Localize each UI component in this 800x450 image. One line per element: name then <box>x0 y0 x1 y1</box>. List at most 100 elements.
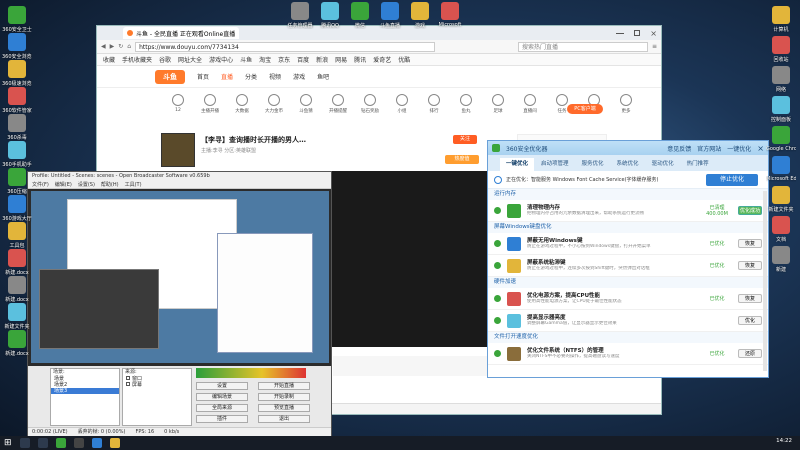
desktop-icon[interactable]: 网络 <box>766 66 796 93</box>
obs-button[interactable]: 设置 <box>196 382 248 390</box>
category-item[interactable]: 12 <box>167 94 189 118</box>
bookmark-item[interactable]: 网址大全 <box>178 55 202 64</box>
close-icon[interactable]: × <box>650 29 657 38</box>
folder-taskbar-icon[interactable] <box>109 438 120 448</box>
nav-item[interactable]: 分类 <box>245 72 257 81</box>
obs-taskbar-icon[interactable] <box>73 438 84 448</box>
close-icon[interactable]: × <box>757 144 764 153</box>
desktop-icon[interactable]: 斗鱼直播 <box>375 2 405 29</box>
title-link[interactable]: 官方网站 <box>697 144 721 153</box>
category-item[interactable]: 大力金币 <box>263 94 285 118</box>
bookmark-item[interactable]: 优酷 <box>398 55 410 64</box>
video-player[interactable] <box>330 171 490 347</box>
back-icon[interactable]: ◀ <box>101 43 106 50</box>
desktop-icon[interactable]: 控制面板 <box>766 96 796 123</box>
stop-optimize-button[interactable]: 停止优化 <box>706 174 758 186</box>
desktop-icon[interactable]: Microsoft <box>435 2 465 28</box>
optimizer-row-button[interactable]: 还原 <box>738 349 762 358</box>
refresh-icon[interactable]: ↻ <box>118 43 123 50</box>
desktop-icon[interactable]: 工具包 <box>2 222 32 249</box>
obs-button[interactable]: 开始直播 <box>258 382 310 390</box>
optimizer-tab[interactable]: 热门推荐 <box>681 158 715 171</box>
nav-item[interactable]: 视频 <box>269 72 281 81</box>
bookmark-item[interactable]: 淘宝 <box>259 55 271 64</box>
category-item[interactable]: 钻石奖励 <box>359 94 381 118</box>
bookmark-item[interactable]: 腾讯 <box>354 55 366 64</box>
optimizer-tab[interactable]: 一键优化 <box>500 158 535 171</box>
desktop-icon[interactable]: 新建.docx <box>2 249 32 276</box>
browser-taskbar-icon[interactable] <box>55 438 66 448</box>
optimizer-row-button[interactable]: 恢复 <box>738 239 762 248</box>
desktop-icon[interactable]: 360手机助手 <box>2 141 32 168</box>
category-item[interactable]: 更多 <box>615 94 637 118</box>
optimizer-row-button[interactable]: 恢复 <box>738 294 762 303</box>
category-item[interactable]: 开播提醒 <box>327 94 349 118</box>
forward-icon[interactable]: ▶ <box>110 43 115 50</box>
optimizer-tab[interactable]: 系统优化 <box>611 158 645 171</box>
menu-icon[interactable]: ≡ <box>652 43 657 50</box>
clock[interactable]: 14:22 <box>776 438 792 444</box>
category-item[interactable]: 小组 <box>391 94 413 118</box>
desktop-icon[interactable]: 360安全卫士 <box>2 6 32 33</box>
desktop-icon[interactable]: 计算机 <box>766 6 796 33</box>
desktop-icon[interactable]: Google Chrome <box>766 126 796 152</box>
360-taskbar-icon[interactable] <box>91 438 102 448</box>
maximize-icon[interactable] <box>634 30 641 36</box>
desktop-icon[interactable]: 文档 <box>766 216 796 243</box>
nav-item[interactable]: 直播 <box>221 72 233 81</box>
minimize-icon[interactable] <box>616 32 625 34</box>
obs-button[interactable]: 插件 <box>196 415 248 423</box>
home-icon[interactable]: ⌂ <box>127 43 131 50</box>
desktop-icon[interactable]: 360安全浏览器 <box>2 33 32 60</box>
nav-item[interactable]: 游戏 <box>293 72 305 81</box>
obs-button[interactable]: 退出 <box>258 415 310 423</box>
source-item[interactable]: 屏幕 <box>123 382 191 388</box>
optimizer-row-button[interactable]: 优化 <box>738 316 762 325</box>
obs-preview[interactable] <box>31 191 329 363</box>
obs-button[interactable]: 开始录制 <box>258 393 310 401</box>
obs-button[interactable]: 预览直播 <box>258 404 310 412</box>
obs-menu-item[interactable]: 设置(S) <box>78 181 95 188</box>
desktop-icon[interactable]: 360极速浏览器 <box>2 60 32 87</box>
optimizer-tab[interactable]: 驱动优化 <box>646 158 680 171</box>
bookmark-item[interactable]: 爱奇艺 <box>373 55 391 64</box>
bookmark-item[interactable]: 网易 <box>335 55 347 64</box>
scene-item[interactable]: 场景3 <box>51 388 119 394</box>
url-input[interactable]: https://www.douyu.com/7734134 <box>135 41 436 52</box>
search-icon[interactable] <box>19 438 30 448</box>
desktop-icon[interactable]: 360压缩 <box>2 168 32 195</box>
bookmark-item[interactable]: 游戏中心 <box>209 55 233 64</box>
browser-search-input[interactable]: 搜索热门直播 <box>517 41 648 52</box>
bookmark-item[interactable]: 手机收藏夹 <box>122 55 152 64</box>
checkbox-icon[interactable] <box>126 376 130 380</box>
desktop-icon[interactable]: 微信 <box>345 2 375 29</box>
desktop-icon[interactable]: 游戏 <box>405 2 435 29</box>
nav-item[interactable]: 鱼吧 <box>317 72 329 81</box>
title-link[interactable]: 一键优化 <box>727 144 751 153</box>
taskview-icon[interactable] <box>37 438 48 448</box>
browser-tab[interactable]: 斗鱼 - 全民直播 正在观看Online直播 <box>123 27 240 39</box>
desktop-icon[interactable]: 任务管理器 <box>285 2 315 29</box>
obs-menu-item[interactable]: 文件(F) <box>32 181 49 188</box>
desktop-icon[interactable]: 360杀毒 <box>2 114 32 141</box>
desktop-icon[interactable]: 新建.docx <box>2 330 32 357</box>
douyu-logo[interactable]: 斗鱼 <box>155 69 185 84</box>
desktop-icon[interactable]: 回收站 <box>766 36 796 63</box>
category-item[interactable]: 排行 <box>423 94 445 118</box>
category-item[interactable]: 直播间 <box>519 94 541 118</box>
optimizer-row-button[interactable]: 恢复 <box>738 261 762 270</box>
category-item[interactable]: 主播开播 <box>199 94 221 118</box>
desktop-icon[interactable]: 360软件管家 <box>2 87 32 114</box>
pc-client-button[interactable]: PC客户端 <box>567 104 603 114</box>
optimizer-row-button[interactable]: 优化成功 <box>738 206 762 215</box>
bookmark-item[interactable]: 斗鱼 <box>240 55 252 64</box>
desktop-icon[interactable]: 新建 <box>766 246 796 273</box>
obs-button[interactable]: 全局来源 <box>196 404 248 412</box>
optimizer-tab[interactable]: 启动项管理 <box>535 158 575 171</box>
streamer-avatar[interactable] <box>161 133 195 167</box>
desktop-icon[interactable]: 360游戏大厅 <box>2 195 32 222</box>
checkbox-icon[interactable] <box>126 382 130 386</box>
obs-button[interactable]: 编辑场景 <box>196 393 248 401</box>
category-item[interactable]: 鱼丸 <box>455 94 477 118</box>
desktop-icon[interactable]: 新建文件夹 <box>766 186 796 213</box>
